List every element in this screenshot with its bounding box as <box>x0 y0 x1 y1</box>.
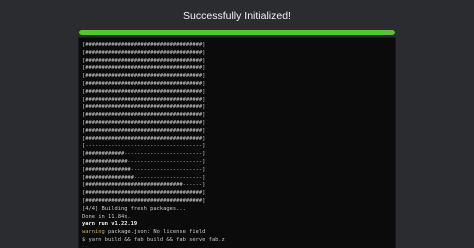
terminal-line: [4/4] Building fresh packages... <box>82 205 186 212</box>
terminal-lines: [####################################] [#… <box>82 42 392 248</box>
terminal-line: [##############################------] <box>82 182 206 189</box>
progress-bar <box>79 30 395 35</box>
terminal-line: [####################################] <box>82 96 206 103</box>
terminal-output[interactable]: [####################################] [#… <box>79 38 395 248</box>
terminal-line: [####################################] <box>82 57 206 64</box>
terminal-line: [####################################] <box>82 65 206 72</box>
terminal-line: [#############-----------------------] <box>82 158 206 165</box>
warning-label: warning <box>82 229 105 236</box>
terminal-line: [####################################] <box>82 73 206 80</box>
terminal-line: [####################################] <box>82 127 206 134</box>
progress-bar-fill <box>79 30 395 35</box>
terminal-line: [------------------------------------] <box>82 143 206 150</box>
terminal-line: Done in 11.84s. <box>82 213 131 220</box>
terminal-line: [####################################] <box>82 49 206 56</box>
warning-message: package.json: No license field <box>104 229 206 236</box>
terminal-line: [###############---------------------] <box>82 174 206 181</box>
terminal-line: warning package.json: No license field <box>82 229 392 237</box>
terminal-fade <box>79 240 395 248</box>
terminal-line: [####################################] <box>82 112 206 119</box>
terminal-line: [####################################] <box>82 104 206 111</box>
terminal-line: [############------------------------] <box>82 151 206 158</box>
terminal-line: [####################################] <box>82 197 206 204</box>
terminal-line: yarn run v1.22.19 <box>82 221 138 228</box>
terminal-line: [####################################] <box>82 88 206 95</box>
terminal-line: [####################################] <box>82 80 206 87</box>
terminal-line: [####################################] <box>82 190 206 197</box>
terminal-line: [####################################] <box>82 135 206 142</box>
terminal-line: [####################################] <box>82 42 206 48</box>
terminal-line: [####################################] <box>82 119 206 126</box>
page-title: Successfully Initialized! <box>183 10 291 22</box>
terminal-line: [##############----------------------] <box>82 166 206 173</box>
